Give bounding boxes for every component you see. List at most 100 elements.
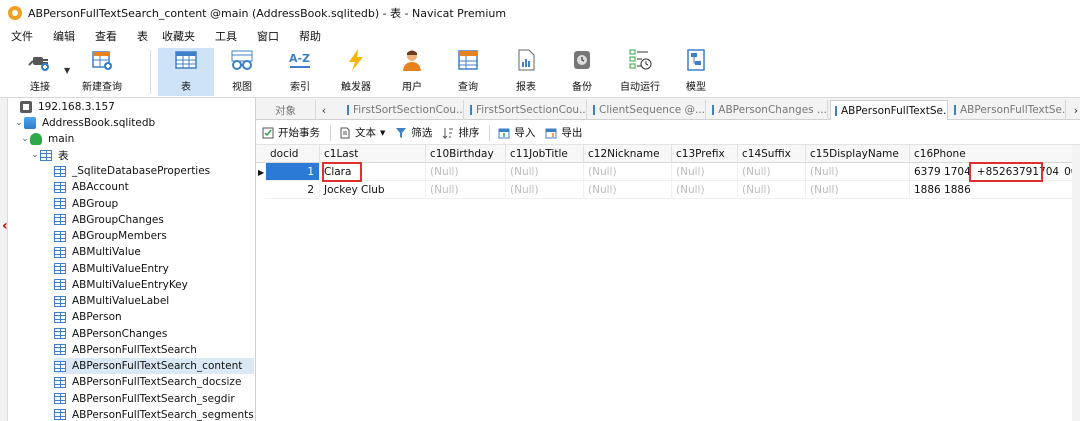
sidebar-item-table[interactable]: ABPerson — [54, 309, 254, 325]
tab-objects[interactable]: 对象 — [256, 100, 316, 120]
column-header-docid[interactable]: docid — [266, 145, 320, 163]
chevron-down-icon[interactable]: ⌄ — [30, 150, 40, 160]
new-query-button[interactable]: 新建查询 — [78, 48, 126, 96]
import-icon — [498, 128, 510, 138]
table-row[interactable]: 2 Jockey Club (Null) (Null) (Null) (Null… — [256, 181, 1080, 199]
menu-favorites[interactable]: 收藏夹 — [152, 28, 205, 44]
tab-item[interactable]: FirstSortSectionCou... — [466, 100, 587, 120]
menu-window[interactable]: 窗口 — [247, 28, 289, 44]
sidebar-item-table[interactable]: ABPersonFullTextSearch_docsize — [54, 374, 254, 390]
tab-scroll-left-icon[interactable]: ‹ — [316, 100, 332, 120]
vertical-scrollbar[interactable] — [1072, 145, 1080, 421]
query-button[interactable]: 查询 — [446, 48, 490, 96]
report-button[interactable]: 报表 — [504, 48, 548, 96]
index-button[interactable]: A-Z 索引 — [278, 48, 322, 96]
tab-item[interactable]: FirstSortSectionCou... — [343, 100, 464, 120]
cell-c12nickname[interactable]: (Null) — [584, 163, 672, 181]
sidebar-item-label: ABPerson — [72, 311, 122, 324]
sidebar-item-table[interactable]: ABMultiValueEntryKey — [54, 277, 254, 293]
filter-button[interactable]: 筛选 — [395, 125, 432, 140]
sidebar-item-table[interactable]: ABPersonFullTextSearch_segments — [54, 407, 254, 421]
sidebar-item-table[interactable]: ABGroupMembers — [54, 228, 254, 244]
chevron-down-icon[interactable]: ⌄ — [14, 118, 24, 128]
user-button[interactable]: 用户 — [390, 48, 434, 96]
menu-help[interactable]: 帮助 — [289, 28, 331, 44]
backup-button[interactable]: 备份 — [560, 48, 604, 96]
import-button[interactable]: 导入 — [498, 125, 535, 140]
begin-transaction-button[interactable]: 开始事务 — [262, 125, 320, 140]
phone-local: 6379 1704 — [914, 165, 971, 178]
cell-c12nickname[interactable]: (Null) — [584, 181, 672, 199]
cell-c14suffix[interactable]: (Null) — [738, 181, 806, 199]
sidebar-item-table[interactable]: _SqliteDatabaseProperties — [54, 163, 254, 179]
cell-c16phone[interactable]: 1886 1886 — [910, 181, 1080, 199]
cell-c1last[interactable]: Jockey Club — [320, 181, 426, 199]
column-header-c15displayname[interactable]: c15DisplayName — [806, 145, 910, 163]
cell-c13prefix[interactable]: (Null) — [672, 163, 738, 181]
tab-item[interactable]: ABPersonFullTextSe... — [830, 100, 948, 120]
column-header-c11jobtitle[interactable]: c11JobTitle — [506, 145, 584, 163]
sidebar-item-table[interactable]: ABGroup — [54, 196, 254, 212]
column-header-c14suffix[interactable]: c14Suffix — [738, 145, 806, 163]
table-row[interactable]: ▶ 1 Clara (Null) (Null) (Null) (Null) (N… — [256, 163, 1080, 181]
sidebar-item-table[interactable]: ABGroupChanges — [54, 212, 254, 228]
tree-tables-group[interactable]: ⌄ 表 — [30, 147, 69, 163]
sort-button[interactable]: 排序 — [442, 125, 479, 140]
cell-c13prefix[interactable]: (Null) — [672, 181, 738, 199]
sidebar-item-table[interactable]: ABPersonChanges — [54, 326, 254, 342]
tree-database[interactable]: ⌄ AddressBook.sqlitedb — [14, 115, 155, 131]
export-button[interactable]: 导出 — [545, 125, 582, 140]
sidebar-item-table[interactable]: ABPersonFullTextSearch_segdir — [54, 391, 254, 407]
cell-c10birthday[interactable]: (Null) — [426, 181, 506, 199]
menu-edit[interactable]: 编辑 — [43, 28, 85, 44]
tree-connection[interactable]: 192.168.3.157 — [20, 99, 115, 115]
user-label: 用户 — [402, 82, 422, 93]
cell-docid[interactable]: 1 — [266, 163, 320, 181]
grid-header: docid c1Last c10Birthday c11JobTitle c12… — [256, 145, 1080, 163]
grid-plus-icon — [90, 48, 114, 72]
cell-c10birthday[interactable]: (Null) — [426, 163, 506, 181]
tab-scroll-right-icon[interactable]: › — [1068, 100, 1080, 120]
cell-c15displayname[interactable]: (Null) — [806, 181, 910, 199]
view-button[interactable]: 视图 — [220, 48, 264, 96]
view-label: 视图 — [232, 82, 252, 93]
begin-transaction-label: 开始事务 — [278, 127, 320, 139]
menu-file[interactable]: 文件 — [0, 28, 43, 44]
cell-c11jobtitle[interactable]: (Null) — [506, 163, 584, 181]
model-button[interactable]: 模型 — [674, 48, 718, 96]
text-button[interactable]: 文本 ▼ — [339, 125, 385, 140]
sidebar-item-table[interactable]: ABMultiValueLabel — [54, 293, 254, 309]
table-icon — [54, 295, 66, 307]
cell-c15displayname[interactable]: (Null) — [806, 163, 910, 181]
cell-docid[interactable]: 2 — [266, 181, 320, 199]
sidebar-item-table[interactable]: ABPersonFullTextSearch — [54, 342, 254, 358]
connect-dropdown-icon[interactable]: ▼ — [64, 66, 70, 75]
sidebar-item-table[interactable]: ABPersonFullTextSearch_content — [54, 358, 254, 374]
tab-item[interactable]: ABPersonChanges ... — [708, 100, 828, 120]
sidebar-item-table[interactable]: ABAccount — [54, 179, 254, 195]
sidebar-item-table[interactable]: ABMultiValue — [54, 244, 254, 260]
tab-item[interactable]: ClientSequence @... — [589, 100, 706, 120]
column-header-c13prefix[interactable]: c13Prefix — [672, 145, 738, 163]
cell-c11jobtitle[interactable]: (Null) — [506, 181, 584, 199]
column-header-c16phone[interactable]: c16Phone — [910, 145, 1080, 163]
column-header-c12nickname[interactable]: c12Nickname — [584, 145, 672, 163]
trigger-button[interactable]: 触发器 — [334, 48, 378, 96]
cell-c14suffix[interactable]: (Null) — [738, 163, 806, 181]
table-button[interactable]: 表 — [158, 48, 214, 96]
sidebar-item-table[interactable]: ABMultiValueEntry — [54, 261, 254, 277]
connect-button[interactable]: 连接 — [18, 48, 62, 96]
table-icon — [593, 105, 595, 115]
column-header-c10birthday[interactable]: c10Birthday — [426, 145, 506, 163]
tree-schema[interactable]: ⌄ main — [20, 131, 74, 147]
tab-item[interactable]: ABPersonFullTextSe... — [950, 100, 1066, 120]
data-grid[interactable]: docid c1Last c10Birthday c11JobTitle c12… — [256, 145, 1080, 421]
current-row-arrow-icon: ▶ — [258, 167, 265, 177]
automation-button[interactable]: 自动运行 — [616, 48, 664, 96]
menu-tools[interactable]: 工具 — [205, 28, 247, 44]
menu-view[interactable]: 查看 — [85, 28, 127, 44]
chevron-down-icon[interactable]: ⌄ — [20, 134, 30, 144]
menu-table[interactable]: 表 — [127, 28, 152, 44]
column-header-c1last[interactable]: c1Last — [320, 145, 426, 163]
tabs-bar: 对象 ‹ FirstSortSectionCou... FirstSortSect… — [256, 98, 1080, 120]
